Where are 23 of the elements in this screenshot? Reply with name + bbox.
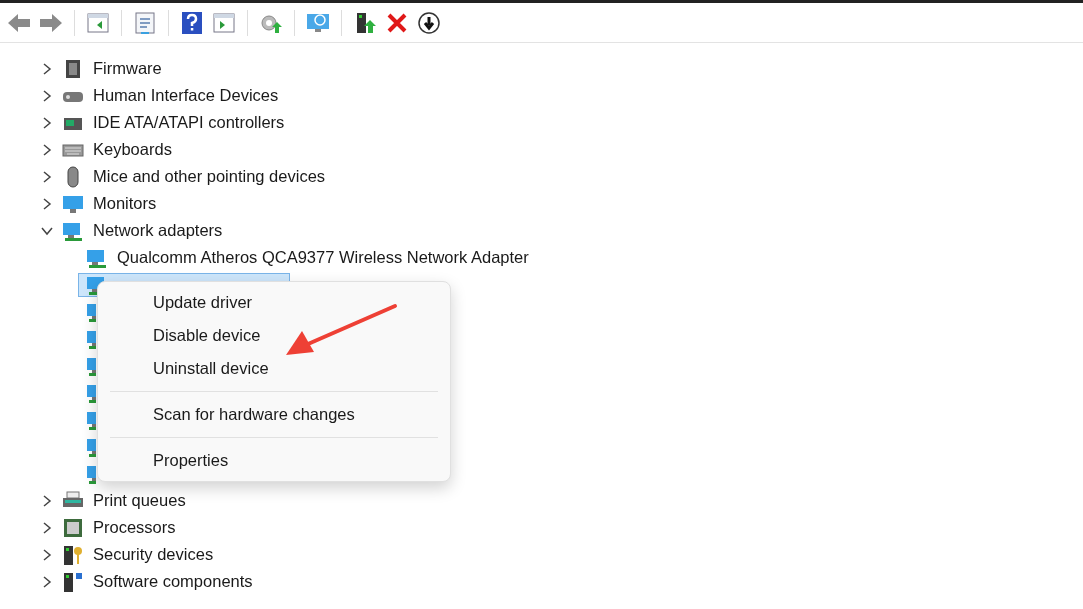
download-icon[interactable] (416, 9, 442, 36)
category-label[interactable]: Print queues (93, 488, 186, 513)
category-label[interactable]: Software components (93, 569, 253, 594)
properties-icon[interactable] (132, 9, 158, 36)
category-label[interactable]: Processors (93, 515, 176, 540)
processor-icon (62, 516, 84, 539)
category-label[interactable]: Keyboards (93, 137, 172, 162)
component-icon (62, 570, 84, 593)
menu-item[interactable]: Scan for hardware changes (98, 398, 450, 431)
key-icon (62, 543, 84, 566)
menu-item[interactable]: Uninstall device (98, 352, 450, 385)
category-label[interactable]: IDE ATA/ATAPI controllers (93, 110, 285, 135)
help-icon[interactable] (179, 9, 205, 36)
menu-item[interactable]: Disable device (98, 319, 450, 352)
category-label[interactable]: Human Interface Devices (93, 83, 279, 108)
category-label[interactable]: Monitors (93, 191, 157, 216)
category-label[interactable]: Mice and other pointing devices (93, 164, 326, 189)
device-label[interactable]: Qualcomm Atheros QCA9377 Wireless Network Adapter (117, 245, 529, 270)
menu-item[interactable]: Properties (98, 444, 450, 477)
category-label[interactable]: Network adapters (93, 218, 223, 243)
category-label[interactable]: Security devices (93, 542, 214, 567)
category-label[interactable]: Firmware (93, 56, 162, 81)
menu-item[interactable]: Update driver (98, 286, 450, 319)
